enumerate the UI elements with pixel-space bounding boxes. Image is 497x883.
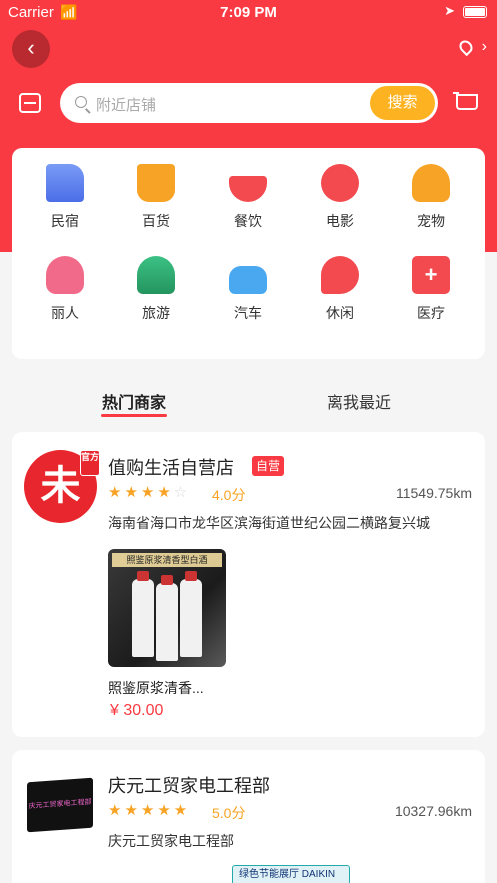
shop-score: 5.0分: [212, 805, 246, 821]
shop-address: 庆元工贸家电工程部: [108, 833, 234, 849]
shop-card[interactable]: 庆元工贸家电工程部 庆元工贸家电工程部 ★★★★★ 5.0分 10327.96k…: [12, 750, 485, 883]
shop-distance: 10327.96km: [394, 803, 472, 819]
clock: 7:09 PM: [220, 4, 277, 21]
car-icon: [229, 266, 267, 294]
product-image[interactable]: 照鉴原浆清香型白酒: [108, 549, 226, 667]
tab-nearby[interactable]: 离我最近: [327, 389, 391, 413]
product-name: 照鉴原浆清香...: [108, 680, 204, 696]
search-input[interactable]: 附近店铺: [96, 94, 156, 115]
search-bar[interactable]: 附近店铺 搜索: [60, 83, 438, 123]
search-icon: [75, 96, 87, 108]
chevron-right-icon: ›: [481, 38, 487, 55]
shop-score: 4.0分: [212, 487, 246, 503]
category-item[interactable]: 民宿: [25, 164, 105, 231]
cart-icon[interactable]: [453, 92, 478, 110]
status-bar: Carrier 📶 7:09 PM ➤: [0, 0, 497, 26]
star-icon: ★★★★★: [108, 802, 191, 819]
shop-logo: 未 官方: [24, 450, 100, 523]
category-item[interactable]: 丽人: [25, 256, 105, 323]
shop-name: 值购生活自营店: [108, 458, 234, 478]
scan-icon[interactable]: [19, 93, 41, 113]
microphone-icon: [321, 256, 359, 294]
category-grid: 民宿 百货 餐饮 电影 宠物 丽人 旅游 汽车 休闲 + 医疗: [12, 148, 485, 359]
shop-tabs: 热门商家 离我最近: [0, 384, 497, 424]
bottle-image: [180, 571, 202, 657]
category-item[interactable]: + 医疗: [391, 256, 471, 323]
star-icon: ★★★★: [108, 484, 174, 501]
woman-icon: [46, 256, 84, 294]
search-button[interactable]: 搜索: [370, 86, 435, 120]
chevron-left-icon: ‹: [27, 35, 35, 60]
self-operated-badge: 自营: [252, 456, 285, 476]
dog-icon: [412, 164, 450, 202]
category-item[interactable]: 休闲: [300, 256, 380, 323]
medical-kit-icon: +: [412, 256, 450, 294]
tab-hot-shops[interactable]: 热门商家: [102, 389, 166, 413]
star-rating: ★★★★☆: [108, 483, 190, 501]
bottle-image: [156, 575, 178, 661]
bottle-image: [132, 571, 154, 657]
star-empty-icon: ☆: [173, 484, 191, 501]
product-price: ¥ 30.00: [110, 702, 164, 719]
location-selector[interactable]: ›: [456, 37, 487, 57]
palm-tree-icon: [137, 256, 175, 294]
product-image[interactable]: 绿色节能展厅 DAIKIN: [232, 865, 350, 883]
film-reel-icon: [321, 164, 359, 202]
shop-card[interactable]: 未 官方 值购生活自营店 自营 ★★★★☆ 4.0分 11549.75km 海南…: [12, 432, 485, 737]
category-item[interactable]: 餐饮: [208, 164, 288, 231]
star-rating: ★★★★★: [108, 801, 190, 819]
building-icon: [46, 164, 84, 202]
basket-icon: [137, 164, 175, 202]
active-tab-indicator: [101, 414, 167, 417]
back-button[interactable]: ‹: [12, 30, 50, 68]
shop-distance: 11549.75km: [395, 485, 472, 501]
battery-icon: [463, 6, 487, 18]
category-item[interactable]: 宠物: [391, 164, 471, 231]
shop-address: 海南省海口市龙华区滨海街道世纪公园二横路复兴城: [108, 515, 430, 531]
category-item[interactable]: 电影: [300, 164, 380, 231]
category-item[interactable]: 汽车: [208, 256, 288, 323]
shop-name: 庆元工贸家电工程部: [108, 776, 270, 796]
shop-logo: 庆元工贸家电工程部: [27, 777, 93, 833]
location-arrow-icon: ➤: [444, 3, 455, 18]
official-tag: 官方: [80, 450, 100, 476]
category-item[interactable]: 百货: [116, 164, 196, 231]
location-pin-icon: [456, 37, 475, 57]
category-item[interactable]: 旅游: [116, 256, 196, 323]
bowl-icon: [229, 176, 267, 202]
